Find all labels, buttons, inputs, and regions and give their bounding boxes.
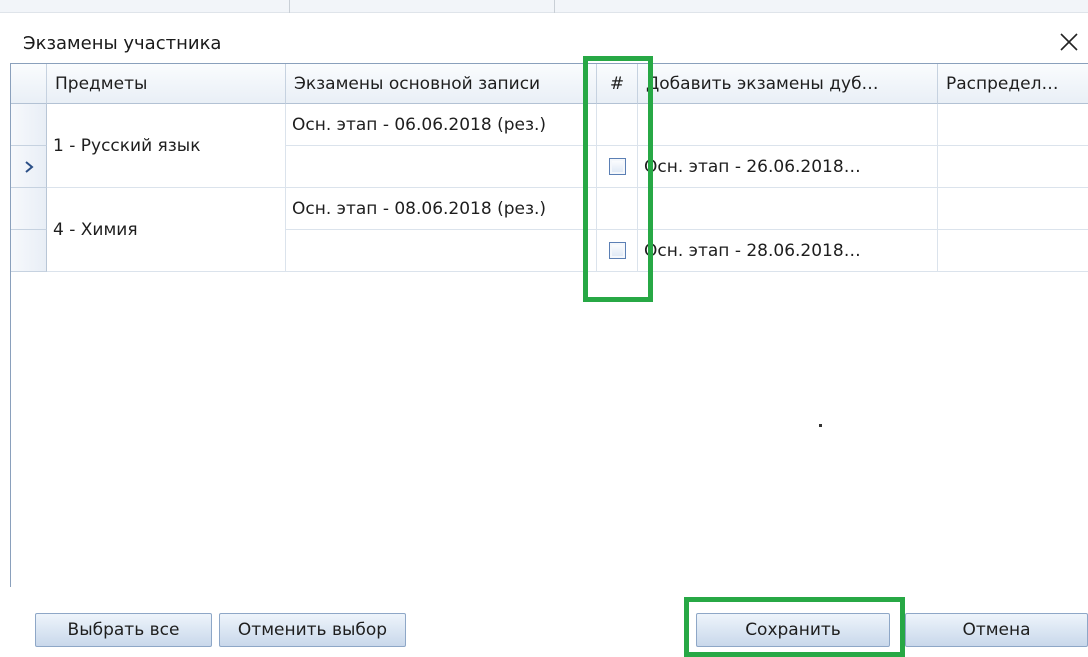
distribution-cell[interactable] bbox=[938, 104, 1088, 146]
duplicate-exam-checkbox[interactable] bbox=[608, 242, 626, 259]
distribution-cell[interactable] bbox=[938, 230, 1088, 272]
add-duplicate-cell[interactable]: Осн. этап - 26.06.2018… bbox=[638, 146, 938, 188]
column-header-subjects[interactable]: Предметы bbox=[47, 64, 286, 104]
subject-cell[interactable]: 4 - Химия bbox=[47, 188, 286, 272]
strip-separator bbox=[289, 0, 290, 13]
current-row-arrow-icon bbox=[24, 160, 34, 173]
column-header-add-duplicate[interactable]: Добавить экзамены дуб… bbox=[638, 64, 938, 104]
stray-dot bbox=[819, 424, 822, 427]
row-header[interactable] bbox=[11, 230, 47, 272]
save-button[interactable]: Сохранить bbox=[696, 613, 890, 647]
close-icon bbox=[1060, 33, 1078, 51]
distribution-cell[interactable] bbox=[938, 188, 1088, 230]
clear-selection-button[interactable]: Отменить выбор bbox=[219, 613, 406, 647]
exams-grid: Предметы Экзамены основной записи # Доба… bbox=[10, 63, 1088, 587]
add-duplicate-cell[interactable]: Осн. этап - 28.06.2018… bbox=[638, 230, 938, 272]
distribution-cell[interactable] bbox=[938, 146, 1088, 188]
main-exam-cell-empty[interactable] bbox=[286, 230, 597, 272]
row-header-current[interactable] bbox=[11, 146, 47, 188]
column-header-distribution[interactable]: Распредел… bbox=[938, 64, 1088, 104]
add-duplicate-cell-empty[interactable] bbox=[638, 188, 938, 230]
close-button[interactable] bbox=[1054, 27, 1084, 57]
check-cell[interactable] bbox=[597, 146, 638, 188]
cancel-button[interactable]: Отмена bbox=[905, 613, 1088, 647]
main-exam-cell[interactable]: Осн. этап - 08.06.2018 (рез.) bbox=[286, 188, 597, 230]
check-cell[interactable] bbox=[597, 230, 638, 272]
row-header[interactable] bbox=[11, 188, 47, 230]
subject-cell[interactable]: 1 - Русский язык bbox=[47, 104, 286, 188]
select-all-button[interactable]: Выбрать все bbox=[35, 613, 212, 647]
check-cell-empty bbox=[597, 104, 638, 146]
row-header[interactable] bbox=[11, 104, 47, 146]
duplicate-exam-checkbox[interactable] bbox=[608, 158, 626, 175]
background-window-strip bbox=[0, 0, 1088, 13]
column-header-check[interactable]: # bbox=[597, 64, 638, 104]
main-exam-cell-empty[interactable] bbox=[286, 146, 597, 188]
add-duplicate-cell-empty[interactable] bbox=[638, 104, 938, 146]
dialog-title: Экзамены участника bbox=[23, 33, 222, 54]
strip-separator bbox=[554, 0, 555, 13]
check-cell-empty bbox=[597, 188, 638, 230]
grid-corner-header bbox=[11, 64, 47, 104]
main-exam-cell[interactable]: Осн. этап - 06.06.2018 (рез.) bbox=[286, 104, 597, 146]
column-header-main-exams[interactable]: Экзамены основной записи bbox=[286, 64, 597, 104]
